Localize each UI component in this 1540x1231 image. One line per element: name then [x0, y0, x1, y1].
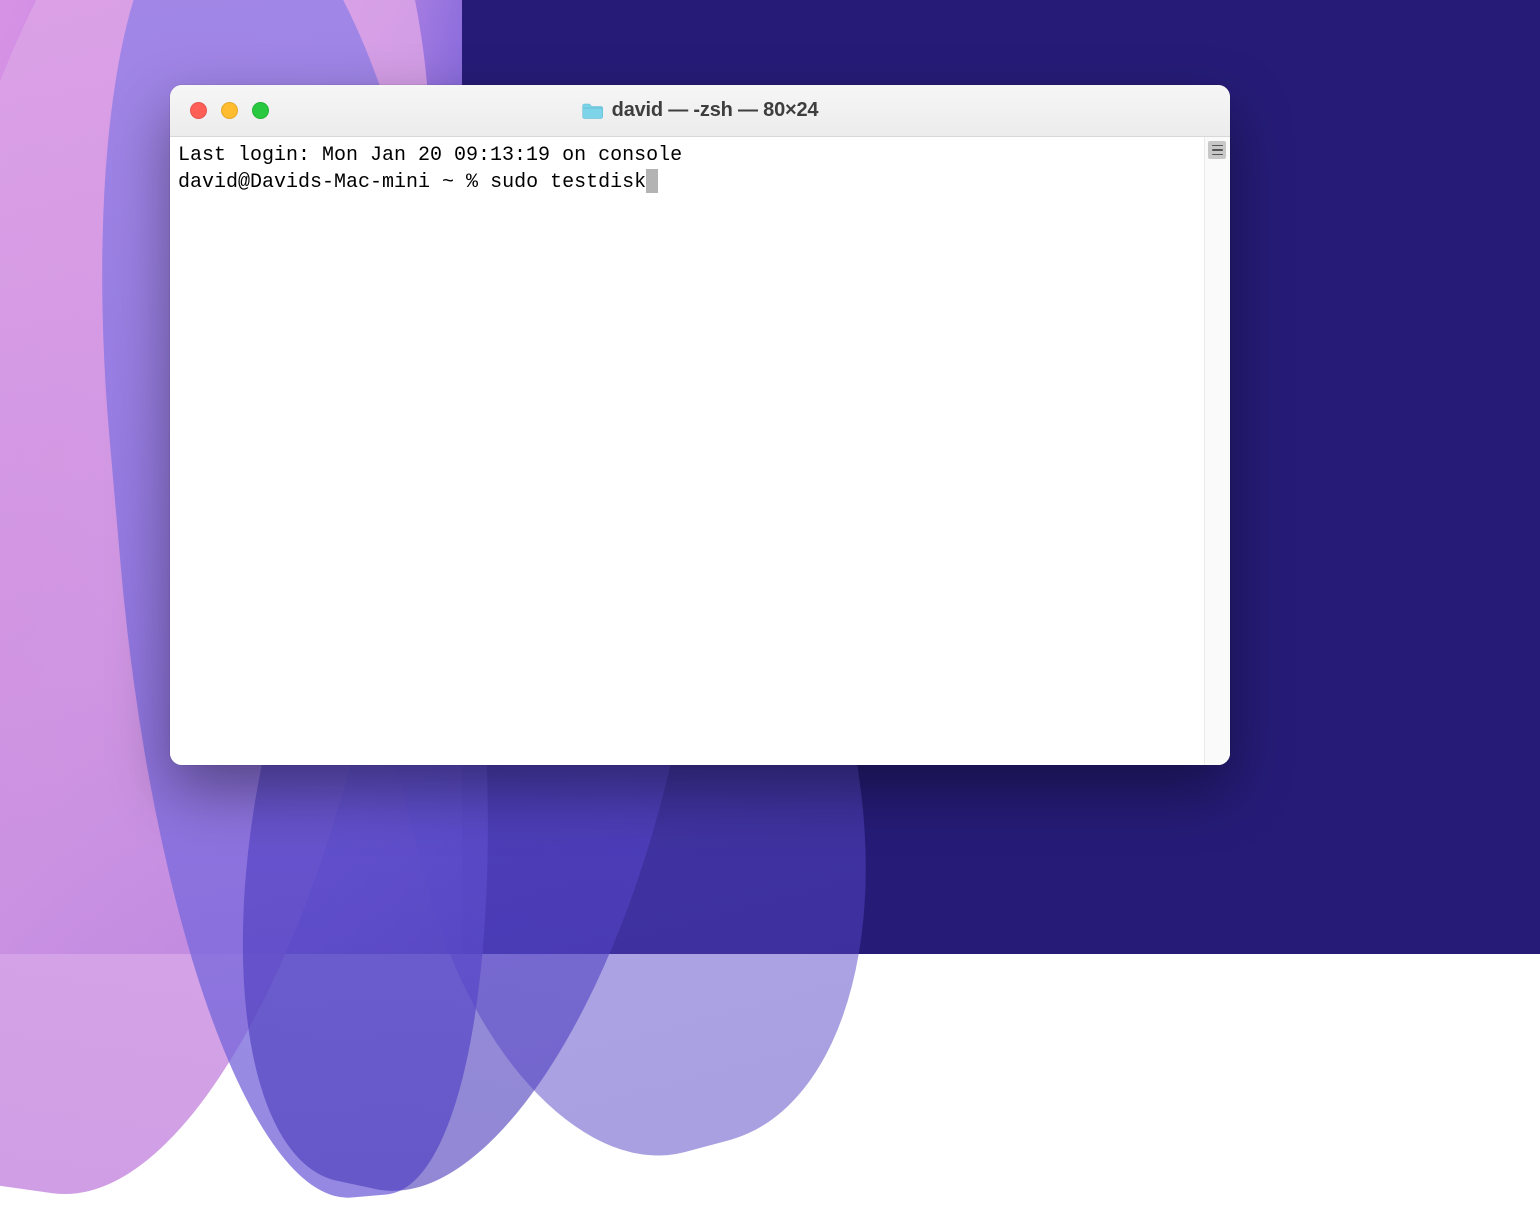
typed-command: sudo testdisk [490, 171, 646, 194]
title-content: david — -zsh — 80×24 [582, 99, 819, 122]
window-controls [170, 102, 269, 119]
minimize-button[interactable] [221, 102, 238, 119]
cursor [646, 169, 658, 193]
folder-icon [582, 102, 604, 120]
terminal-window: david — -zsh — 80×24 Last login: Mon Jan… [170, 85, 1230, 765]
window-title: david — -zsh — 80×24 [612, 99, 819, 122]
close-button[interactable] [190, 102, 207, 119]
last-login-line: Last login: Mon Jan 20 09:13:19 on conso… [178, 143, 1196, 169]
terminal-body: Last login: Mon Jan 20 09:13:19 on conso… [170, 137, 1230, 765]
window-title-bar[interactable]: david — -zsh — 80×24 [170, 85, 1230, 137]
zoom-button[interactable] [252, 102, 269, 119]
prompt-line: david@Davids-Mac-mini ~ % sudo testdisk [178, 169, 1196, 196]
shell-prompt: david@Davids-Mac-mini ~ % [178, 171, 490, 194]
scrollbar[interactable] [1204, 137, 1230, 765]
scroll-indicator-icon [1208, 141, 1226, 159]
terminal-content[interactable]: Last login: Mon Jan 20 09:13:19 on conso… [170, 137, 1204, 765]
